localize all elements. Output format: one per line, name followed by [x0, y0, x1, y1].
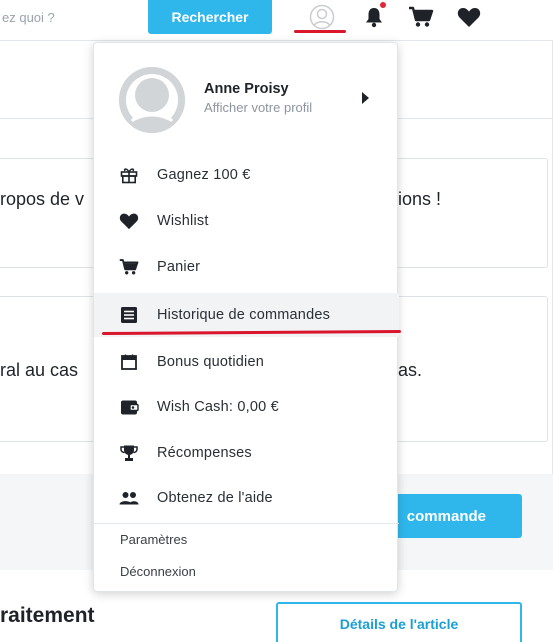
order-button[interactable]: commande	[384, 494, 522, 538]
policy-card-text: ral au cas	[0, 360, 79, 380]
header-separator	[0, 40, 553, 41]
user-icon[interactable]	[306, 4, 338, 30]
profile-row[interactable]: Anne Proisy Afficher votre profil	[94, 43, 399, 143]
menu-item-label: Wishlist	[157, 213, 209, 229]
info-card-text-end: ions !	[398, 189, 442, 209]
profile-underline-annotation	[294, 30, 346, 33]
trophy-icon	[118, 443, 140, 463]
menu-item-help[interactable]: Obtenez de l'aide	[94, 476, 399, 520]
menu-divider	[94, 523, 399, 524]
people-icon	[118, 488, 140, 508]
menu-item-label: Obtenez de l'aide	[157, 490, 273, 506]
menu-item-referral[interactable]: Gagnez 100 €	[94, 153, 399, 197]
menu-item-label: Récompenses	[157, 445, 252, 461]
wallet-icon	[118, 397, 140, 417]
top-header: Rechercher	[0, 0, 553, 40]
user-name: Anne Proisy	[204, 81, 289, 97]
section-title: raitement	[0, 604, 95, 627]
cart-icon[interactable]	[406, 4, 436, 30]
heart-icon[interactable]	[455, 4, 483, 30]
policy-card-text-end: as.	[398, 360, 423, 380]
menu-item-label: Wish Cash: 0,00 €	[157, 399, 279, 415]
gift-icon	[118, 165, 140, 185]
menu-item-label: Gagnez 100 €	[157, 167, 251, 183]
view-profile-link[interactable]: Afficher votre profil	[204, 100, 312, 115]
chevron-right-icon	[362, 92, 369, 104]
menu-item-label: Historique de commandes	[157, 307, 331, 323]
menu-item-wishlist[interactable]: Wishlist	[94, 199, 399, 243]
avatar	[119, 67, 185, 133]
menu-item-rewards[interactable]: Récompenses	[94, 431, 399, 475]
menu-item-label: Panier	[157, 259, 201, 275]
menu-item-cart[interactable]: Panier	[94, 245, 399, 289]
search-button[interactable]: Rechercher	[148, 0, 272, 34]
cart-icon	[118, 257, 140, 277]
heart-icon	[118, 211, 140, 231]
logout-link[interactable]: Déconnexion	[120, 564, 196, 579]
notification-dot	[380, 2, 386, 8]
info-card-text: ropos de v	[0, 189, 85, 209]
order-history-icon	[118, 305, 140, 325]
menu-item-wish-cash[interactable]: Wish Cash: 0,00 €	[94, 385, 399, 429]
search-input[interactable]	[0, 0, 146, 34]
menu-item-label: Bonus quotidien	[157, 354, 264, 370]
account-dropdown-menu: Anne Proisy Afficher votre profil Gagnez…	[93, 42, 402, 592]
calendar-icon	[118, 352, 140, 372]
menu-item-daily-bonus[interactable]: Bonus quotidien	[94, 340, 399, 384]
item-details-button[interactable]: Détails de l'article	[276, 602, 522, 642]
bell-icon[interactable]	[360, 2, 388, 30]
settings-link[interactable]: Paramètres	[120, 532, 187, 547]
